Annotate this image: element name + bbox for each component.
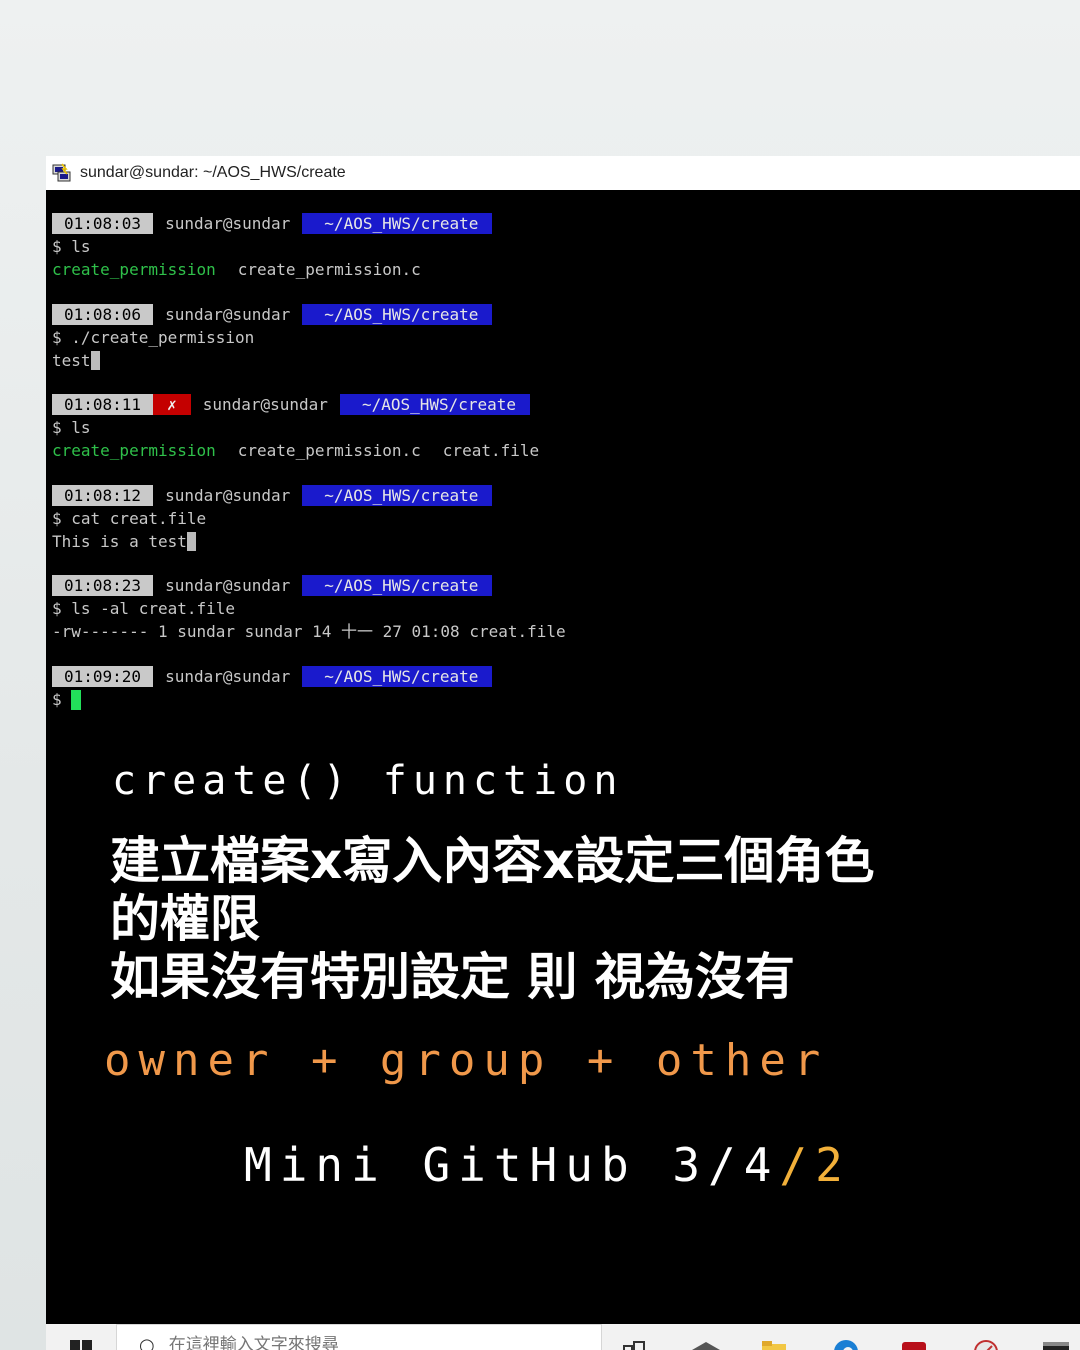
- command-line: $ ls -al creat.file: [52, 597, 566, 620]
- output-line: -rw------- 1 sundar sundar 14 十一 27 01:0…: [52, 620, 566, 643]
- time-badge: 01:08:06: [52, 304, 154, 325]
- taskbar-search[interactable]: ○: [116, 1324, 602, 1350]
- prompt-block: 01:08:12 sundar@sundar ~/AOS_HWS/create …: [52, 484, 493, 553]
- user-host: sundar@sundar: [190, 394, 340, 415]
- caption-roles: owner + group + other: [104, 1035, 829, 1086]
- output-text: test: [52, 351, 91, 370]
- terminal-output[interactable]: 01:08:03 sundar@sundar ~/AOS_HWS/create …: [46, 190, 1080, 1324]
- windows-start-icon[interactable]: [70, 1340, 92, 1350]
- prompt-block: 01:08:11 ✗ sundar@sundar ~/AOS_HWS/creat…: [52, 393, 539, 462]
- network-icon[interactable]: [690, 1334, 722, 1350]
- putty-icon: [52, 163, 72, 183]
- command-line: $ ls: [52, 416, 539, 439]
- caption-function: create() function: [112, 758, 624, 804]
- window-titlebar[interactable]: sundar@sundar: ~/AOS_HWS/create: [46, 156, 1080, 191]
- terminal-icon[interactable]: [1040, 1334, 1072, 1350]
- no-newline-marker: %: [186, 532, 196, 551]
- command-text: $ ls: [52, 418, 91, 437]
- command-text: $ ls: [52, 237, 91, 256]
- command-text: $ cat creat.file: [52, 509, 207, 528]
- cwd-badge: ~/AOS_HWS/create: [302, 213, 493, 234]
- output-file: create_permission.c: [237, 260, 421, 279]
- caption-line: 建立檔案x寫入內容x設定三個角色: [110, 832, 875, 890]
- command-text: $ ./create_permission: [52, 328, 255, 347]
- output-line: This is a test%: [52, 530, 492, 553]
- user-host: sundar@sundar: [153, 213, 303, 234]
- time-badge: 01:08:23: [52, 575, 154, 596]
- command-line: $ ./create_permission: [52, 326, 492, 349]
- output-file: create_permission: [52, 260, 216, 279]
- edge-icon[interactable]: [830, 1334, 862, 1350]
- user-host: sundar@sundar: [153, 485, 303, 506]
- search-icon: ○: [139, 1334, 155, 1350]
- series-title: Mini GitHub 3/4: [244, 1138, 780, 1192]
- command-text: $: [52, 690, 62, 709]
- prompt-block: 01:08:03 sundar@sundar ~/AOS_HWS/create …: [52, 212, 493, 281]
- user-host: sundar@sundar: [153, 666, 303, 687]
- no-newline-marker: %: [90, 351, 100, 370]
- cwd-badge: ~/AOS_HWS/create: [302, 575, 493, 596]
- terminal-window: sundar@sundar: ~/AOS_HWS/create 01:08:03…: [46, 156, 1080, 1324]
- search-input[interactable]: [166, 1334, 551, 1350]
- caption-series: Mini GitHub 3/4/2: [244, 1138, 851, 1192]
- time-badge: 01:09:20: [52, 666, 154, 687]
- output-line: create_permission create_permission.c crea…: [52, 439, 539, 462]
- output-line: test%: [52, 349, 492, 372]
- output-file: creat.file: [442, 441, 540, 460]
- prompt-block: 01:09:20 sundar@sundar ~/AOS_HWS/create …: [52, 665, 493, 711]
- time-badge: 01:08:03: [52, 213, 154, 234]
- output-file: create_permission: [52, 441, 216, 460]
- time-badge: 01:08:11: [52, 394, 154, 415]
- command-line[interactable]: $: [52, 688, 492, 711]
- output-text: -rw------- 1 sundar sundar 14 十一 27 01:0…: [52, 622, 566, 641]
- task-view-icon[interactable]: [620, 1334, 652, 1350]
- output-text: This is a test: [52, 532, 187, 551]
- command-line: $ ls: [52, 235, 492, 258]
- caption-description: 建立檔案x寫入內容x設定三個角色 的權限 如果沒有特別設定 則 視為沒有: [110, 832, 875, 1006]
- command-text: $ ls -al creat.file: [52, 599, 236, 618]
- caption-line: 的權限: [110, 890, 260, 948]
- app-red-icon[interactable]: [898, 1334, 930, 1350]
- user-host: sundar@sundar: [153, 304, 303, 325]
- output-file: create_permission.c: [237, 441, 421, 460]
- cwd-badge: ~/AOS_HWS/create: [302, 485, 493, 506]
- command-line: $ cat creat.file: [52, 507, 492, 530]
- output-line: create_permission create_permission.c: [52, 258, 492, 281]
- cwd-badge: ~/AOS_HWS/create: [302, 666, 493, 687]
- window-title: sundar@sundar: ~/AOS_HWS/create: [80, 164, 346, 181]
- text-cursor: [71, 689, 82, 710]
- cwd-badge: ~/AOS_HWS/create: [302, 304, 493, 325]
- error-badge: ✗: [153, 394, 191, 415]
- app-pin-icon[interactable]: [970, 1334, 1002, 1350]
- taskbar: ○: [46, 1324, 1080, 1350]
- user-host: sundar@sundar: [153, 575, 303, 596]
- file-explorer-icon[interactable]: [758, 1334, 790, 1350]
- time-badge: 01:08:12: [52, 485, 154, 506]
- prompt-block: 01:08:06 sundar@sundar ~/AOS_HWS/create …: [52, 303, 493, 372]
- caption-line: 如果沒有特別設定 則 視為沒有: [110, 948, 795, 1006]
- series-slash: /: [779, 1138, 816, 1192]
- prompt-block: 01:08:23 sundar@sundar ~/AOS_HWS/create …: [52, 574, 566, 643]
- series-part: 2: [815, 1138, 851, 1192]
- cwd-badge: ~/AOS_HWS/create: [339, 394, 531, 415]
